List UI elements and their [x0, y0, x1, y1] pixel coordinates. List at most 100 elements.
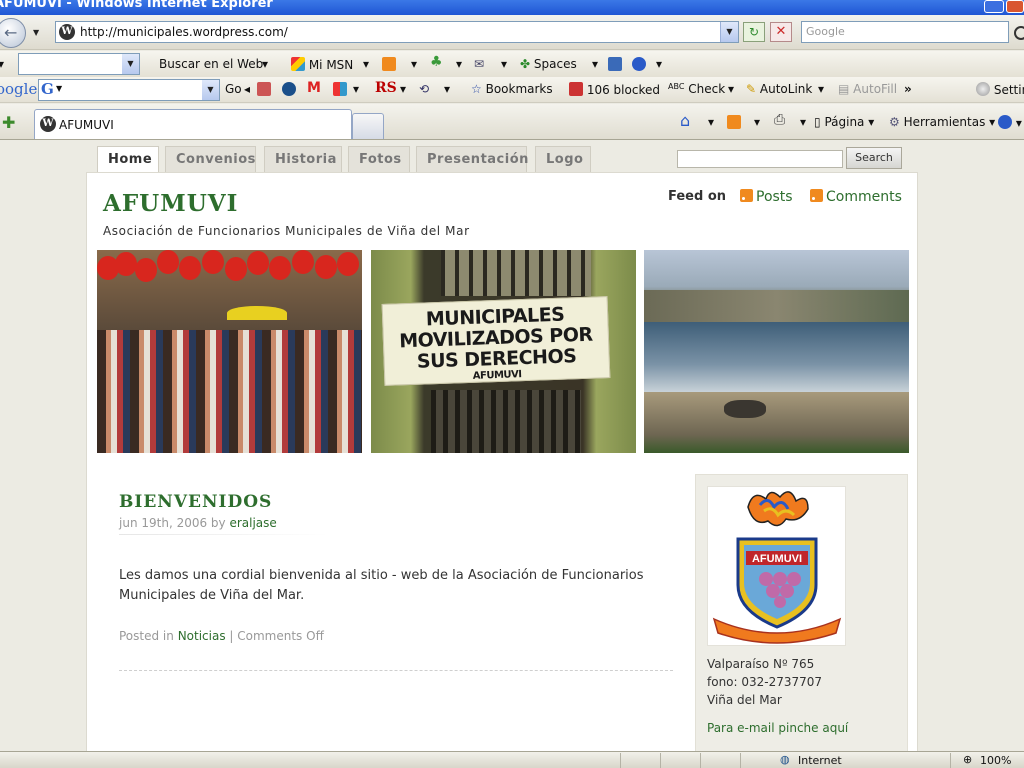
status-divider	[740, 753, 741, 768]
status-bar: ◍ Internet ⊕ 100%	[0, 751, 1024, 768]
print-dropdown-icon[interactable]: ▾	[800, 115, 806, 129]
msn-search-select[interactable]: ▼	[18, 53, 140, 75]
msn-messenger-icon[interactable]: ♣	[430, 54, 443, 70]
feeds-icon	[727, 115, 741, 129]
check-label: Check	[688, 82, 726, 96]
balloon-decoration	[292, 250, 314, 274]
sidewiki-icon[interactable]: ⟲	[419, 82, 429, 96]
sidewiki-dropdown-icon[interactable]: ▾	[444, 82, 450, 96]
content-area: AFUMUVI Asociación de Funcionarios Munic…	[86, 172, 918, 751]
close-window-button[interactable]	[1006, 0, 1024, 13]
post-author-link[interactable]: eraljase	[229, 516, 276, 530]
spaces-button[interactable]: ✤ Spaces	[520, 57, 577, 71]
home-dropdown-icon[interactable]: ▾	[708, 115, 714, 129]
feed-posts-link[interactable]: Posts	[740, 189, 793, 205]
rs-button[interactable]: RS	[375, 80, 397, 96]
help-dropdown-icon[interactable]: ▾	[656, 57, 662, 71]
spaces-dropdown-icon[interactable]: ▾	[592, 57, 598, 71]
search-input[interactable]: Google	[801, 21, 1009, 43]
google-go-button[interactable]: Go	[225, 82, 242, 96]
favorites-add-icon[interactable]: ✚	[2, 113, 15, 132]
minimize-button[interactable]	[984, 0, 1004, 13]
msn-select-dropdown-icon[interactable]: ▼	[122, 54, 139, 74]
zoom-level[interactable]: 100%	[980, 754, 1011, 767]
mi-msn-dropdown-icon[interactable]: ▾	[363, 57, 369, 71]
blocked-count: 106 blocked	[586, 83, 660, 97]
toolbar-chevron-icon[interactable]: ▾	[0, 57, 4, 71]
feed-comments-link[interactable]: Comments	[810, 189, 902, 205]
site-search-input[interactable]	[677, 150, 843, 168]
page-menu-button[interactable]: ▯ Página ▾	[814, 115, 874, 129]
google-g-icon: G	[41, 80, 54, 98]
mail-icon[interactable]: ✉	[474, 57, 484, 71]
tools-menu-label: Herramientas	[903, 115, 986, 129]
zoom-icon[interactable]: ⊕	[963, 753, 972, 766]
contact-address: Valparaíso Nº 765	[707, 657, 815, 671]
autolink-dropdown-icon[interactable]: ▾	[818, 82, 824, 96]
autofill-button[interactable]: ▤ AutoFill	[838, 82, 897, 96]
spellcheck-button[interactable]: ABC Check	[668, 82, 725, 96]
status-divider	[660, 753, 661, 768]
google-g-dropdown-icon[interactable]: ▼	[56, 84, 62, 93]
nav-historia[interactable]: Historia	[264, 146, 342, 172]
msn-rss-button[interactable]	[382, 57, 396, 72]
bookmarks-button[interactable]: ☆ Bookmarks	[471, 82, 553, 96]
google-search-input[interactable]: G ▼ ▼	[38, 79, 220, 101]
google-puzzle-button[interactable]	[333, 82, 347, 97]
nav-home[interactable]: Home	[97, 146, 159, 172]
address-url[interactable]: http://municipales.wordpress.com/	[80, 25, 288, 39]
messenger-dropdown-icon[interactable]: ▾	[456, 57, 462, 71]
rs-dropdown-icon[interactable]: ▾	[400, 82, 406, 96]
search-icon[interactable]	[1014, 26, 1024, 40]
nav-logo[interactable]: Logo	[535, 146, 591, 172]
spaces-icon: ✤	[520, 57, 531, 71]
checkbox-icon	[608, 57, 622, 71]
tools-menu-button[interactable]: ⚙ Herramientas ▾	[889, 115, 995, 129]
nav-convenios[interactable]: Convenios	[165, 146, 256, 172]
tab-afumuvi[interactable]: W AFUMUVI	[34, 109, 352, 139]
balloon-decoration	[269, 256, 291, 280]
stop-button[interactable]: ✕	[770, 22, 792, 42]
category-link[interactable]: Noticias	[178, 629, 226, 643]
msn-search-button[interactable]: Buscar en el Web	[159, 57, 263, 71]
gmail-icon[interactable]: M	[307, 80, 321, 96]
new-tab-button[interactable]	[352, 113, 384, 139]
history-dropdown-icon[interactable]: ▼	[33, 28, 39, 37]
feeds-dropdown-icon[interactable]: ▾	[754, 115, 760, 129]
google-news-button[interactable]	[257, 82, 271, 97]
help-menu-button[interactable]: ▾	[998, 115, 1022, 130]
check-dropdown-icon[interactable]: ▾	[728, 82, 734, 96]
msn-rss-dropdown-icon[interactable]: ▾	[411, 57, 417, 71]
msn-checkbox-button[interactable]	[608, 57, 622, 72]
google-search-dropdown-icon[interactable]: ▼	[202, 80, 219, 100]
site-title[interactable]: AFUMUVI	[103, 190, 238, 217]
settings-button[interactable]: Settin	[976, 82, 1024, 97]
mail-dropdown-icon[interactable]: ▾	[501, 57, 507, 71]
help-button[interactable]	[632, 57, 646, 72]
mi-msn-label: Mi MSN	[308, 58, 354, 72]
post-title[interactable]: BIENVENIDOS	[119, 492, 272, 512]
address-bar[interactable]: W http://municipales.wordpress.com/ ▼	[55, 21, 739, 43]
print-icon[interactable]: ⎙	[774, 112, 785, 128]
google-go-dropdown-icon[interactable]: ◂	[244, 82, 250, 96]
refresh-button[interactable]: ↻	[743, 22, 765, 42]
popup-blocker-button[interactable]: 106 blocked	[569, 82, 660, 97]
header-photo-banner: MUNICIPALES MOVILIZADOS POR SUS DERECHOS…	[371, 250, 636, 453]
google-globe-button[interactable]	[282, 82, 296, 97]
email-link[interactable]: Para e-mail pinche aquí	[707, 721, 848, 735]
autolink-button[interactable]: ✎ AutoLink	[746, 82, 812, 96]
site-search-button[interactable]: Search	[846, 147, 902, 169]
puzzle-dropdown-icon[interactable]: ▾	[353, 82, 359, 96]
tab-label: AFUMUVI	[59, 118, 114, 132]
home-icon[interactable]: ⌂	[680, 111, 690, 130]
feeds-button[interactable]	[727, 115, 741, 130]
toolbar-more-button[interactable]: »	[904, 82, 912, 96]
back-button[interactable]	[0, 18, 26, 48]
mi-msn-button[interactable]: Mi MSN	[291, 57, 353, 72]
balloon-decoration	[157, 250, 179, 274]
nav-fotos[interactable]: Fotos	[348, 146, 410, 172]
address-dropdown-icon[interactable]: ▼	[720, 22, 738, 42]
msn-search-dropdown-icon[interactable]: ▾	[262, 57, 268, 71]
contact-phone: fono: 032-2737707	[707, 675, 823, 689]
nav-presentacion[interactable]: Presentación	[416, 146, 528, 172]
